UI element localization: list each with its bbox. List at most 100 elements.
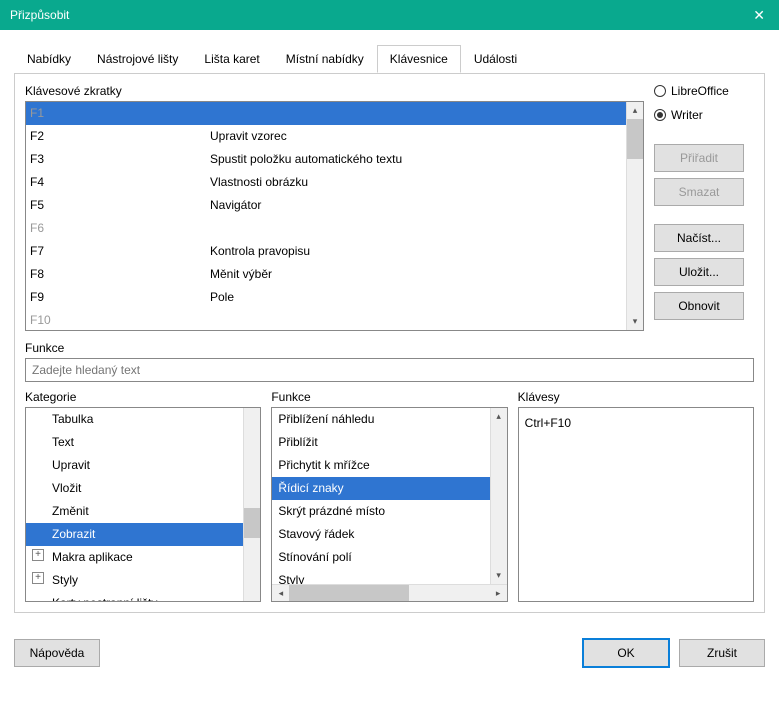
radio-label: LibreOffice xyxy=(671,84,729,98)
list-item[interactable]: Řídicí znaky xyxy=(272,477,489,500)
shortcut-key: F9 xyxy=(30,286,210,309)
dialog-content: Nabídky Nástrojové lišty Lišta karet Mís… xyxy=(0,30,779,627)
shortcut-func xyxy=(210,309,622,330)
radio-libreoffice[interactable]: LibreOffice xyxy=(654,84,754,98)
tab-menus[interactable]: Nabídky xyxy=(14,45,84,73)
function-listbox[interactable]: Přiblížení náhledu Přiblížit Přichytit k… xyxy=(271,407,507,602)
shortcut-row[interactable]: F3 Spustit položku automatického textu xyxy=(26,148,626,171)
radio-icon xyxy=(654,109,666,121)
shortcut-row[interactable]: F9 Pole xyxy=(26,286,626,309)
shortcut-key: F10 xyxy=(30,309,210,330)
help-button[interactable]: Nápověda xyxy=(14,639,100,667)
scrollbar-vertical[interactable]: ▴ ▾ xyxy=(490,408,507,584)
category-label: Kategorie xyxy=(25,390,261,404)
shortcut-row[interactable]: F2 Upravit vzorec xyxy=(26,125,626,148)
function-label: Funkce xyxy=(271,390,507,404)
shortcut-func: Upravit vzorec xyxy=(210,125,622,148)
keys-label: Klávesy xyxy=(518,390,754,404)
keys-listbox[interactable]: Ctrl+F10 xyxy=(518,407,754,602)
shortcut-key: F8 xyxy=(30,263,210,286)
shortcut-row[interactable]: F4 Vlastnosti obrázku xyxy=(26,171,626,194)
shortcut-key: F6 xyxy=(30,217,210,240)
close-icon[interactable]: ✕ xyxy=(749,0,769,30)
reset-button[interactable]: Obnovit xyxy=(654,292,744,320)
list-item[interactable]: +Styly xyxy=(26,569,243,592)
shortcut-func: Kontrola pravopisu xyxy=(210,240,622,263)
search-input[interactable] xyxy=(25,358,754,382)
list-item[interactable]: Zobrazit xyxy=(26,523,243,546)
list-item[interactable]: Přiblížit xyxy=(272,431,489,454)
list-item[interactable]: Tabulka xyxy=(26,408,243,431)
scroll-thumb[interactable] xyxy=(627,119,643,159)
expand-icon[interactable]: + xyxy=(32,549,44,561)
shortcut-key: F5 xyxy=(30,194,210,217)
shortcut-key: F4 xyxy=(30,171,210,194)
scroll-down-icon[interactable]: ▾ xyxy=(491,567,507,584)
list-item[interactable]: Stínování polí xyxy=(272,546,489,569)
scroll-up-icon[interactable]: ▴ xyxy=(627,102,643,119)
shortcut-key: F2 xyxy=(30,125,210,148)
list-item[interactable]: Vložit xyxy=(26,477,243,500)
shortcuts-label: Klávesové zkratky xyxy=(25,84,644,98)
tab-context-menus[interactable]: Místní nabídky xyxy=(273,45,377,73)
scroll-thumb[interactable] xyxy=(244,508,260,538)
shortcut-row[interactable]: F1 xyxy=(26,102,626,125)
delete-button[interactable]: Smazat xyxy=(654,178,744,206)
titlebar: Přizpůsobit ✕ xyxy=(0,0,779,30)
scroll-thumb[interactable] xyxy=(289,585,409,601)
shortcut-row[interactable]: F5 Navigátor xyxy=(26,194,626,217)
shortcut-func: Navigátor xyxy=(210,194,622,217)
window-title: Přizpůsobit xyxy=(10,0,69,30)
list-item[interactable]: Přiblížení náhledu xyxy=(272,408,489,431)
shortcut-func xyxy=(210,102,622,125)
radio-writer[interactable]: Writer xyxy=(654,108,754,122)
list-item[interactable]: Upravit xyxy=(26,454,243,477)
tab-events[interactable]: Události xyxy=(461,45,530,73)
tab-panel-keyboard: Klávesové zkratky F1 F2 Upravit vzorec F… xyxy=(14,73,765,613)
tab-keyboard[interactable]: Klávesnice xyxy=(377,45,461,73)
scrollbar-vertical[interactable] xyxy=(243,408,260,601)
shortcut-row[interactable]: F7 Kontrola pravopisu xyxy=(26,240,626,263)
list-item[interactable]: Přichytit k mřížce xyxy=(272,454,489,477)
shortcut-func: Spustit položku automatického textu xyxy=(210,148,622,171)
scroll-up-icon[interactable]: ▴ xyxy=(491,408,507,425)
list-item[interactable]: Změnit xyxy=(26,500,243,523)
list-item[interactable]: Stavový řádek xyxy=(272,523,489,546)
shortcut-listbox[interactable]: F1 F2 Upravit vzorec F3 Spustit položku … xyxy=(25,101,644,331)
list-item[interactable]: Ctrl+F10 xyxy=(525,412,747,435)
shortcut-row[interactable]: F10 xyxy=(26,309,626,330)
tabstrip: Nabídky Nástrojové lišty Lišta karet Mís… xyxy=(14,45,765,74)
tab-toolbars[interactable]: Nástrojové lišty xyxy=(84,45,191,73)
tab-notebookbar[interactable]: Lišta karet xyxy=(191,45,272,73)
radio-icon xyxy=(654,85,666,97)
list-item[interactable]: +Makra aplikace xyxy=(26,546,243,569)
scrollbar-horizontal[interactable]: ◂ ▸ xyxy=(272,584,506,601)
scrollbar-vertical[interactable]: ▴ ▾ xyxy=(626,102,643,330)
shortcut-key: F1 xyxy=(30,102,210,125)
functions-label: Funkce xyxy=(25,341,754,355)
shortcut-func xyxy=(210,217,622,240)
shortcut-row[interactable]: F8 Měnit výběr xyxy=(26,263,626,286)
list-item[interactable]: Text xyxy=(26,431,243,454)
save-button[interactable]: Uložit... xyxy=(654,258,744,286)
assign-button[interactable]: Přiřadit xyxy=(654,144,744,172)
dialog-footer: Nápověda OK Zrušit xyxy=(0,627,779,679)
shortcut-row[interactable]: F6 xyxy=(26,217,626,240)
load-button[interactable]: Načíst... xyxy=(654,224,744,252)
list-item[interactable]: Styly xyxy=(272,569,489,584)
scroll-down-icon[interactable]: ▾ xyxy=(627,313,643,330)
shortcut-key: F3 xyxy=(30,148,210,171)
category-listbox[interactable]: Tabulka Text Upravit Vložit Změnit Zobra… xyxy=(25,407,261,602)
shortcut-func: Pole xyxy=(210,286,622,309)
scroll-right-icon[interactable]: ▸ xyxy=(490,585,507,601)
shortcut-func: Měnit výběr xyxy=(210,263,622,286)
list-item[interactable]: Skrýt prázdné místo xyxy=(272,500,489,523)
shortcut-func: Vlastnosti obrázku xyxy=(210,171,622,194)
cancel-button[interactable]: Zrušit xyxy=(679,639,765,667)
ok-button[interactable]: OK xyxy=(583,639,669,667)
shortcut-key: F7 xyxy=(30,240,210,263)
expand-icon[interactable]: + xyxy=(32,572,44,584)
scroll-left-icon[interactable]: ◂ xyxy=(272,585,289,601)
list-item[interactable]: Karty postranní lišty xyxy=(26,592,243,601)
radio-label: Writer xyxy=(671,108,703,122)
